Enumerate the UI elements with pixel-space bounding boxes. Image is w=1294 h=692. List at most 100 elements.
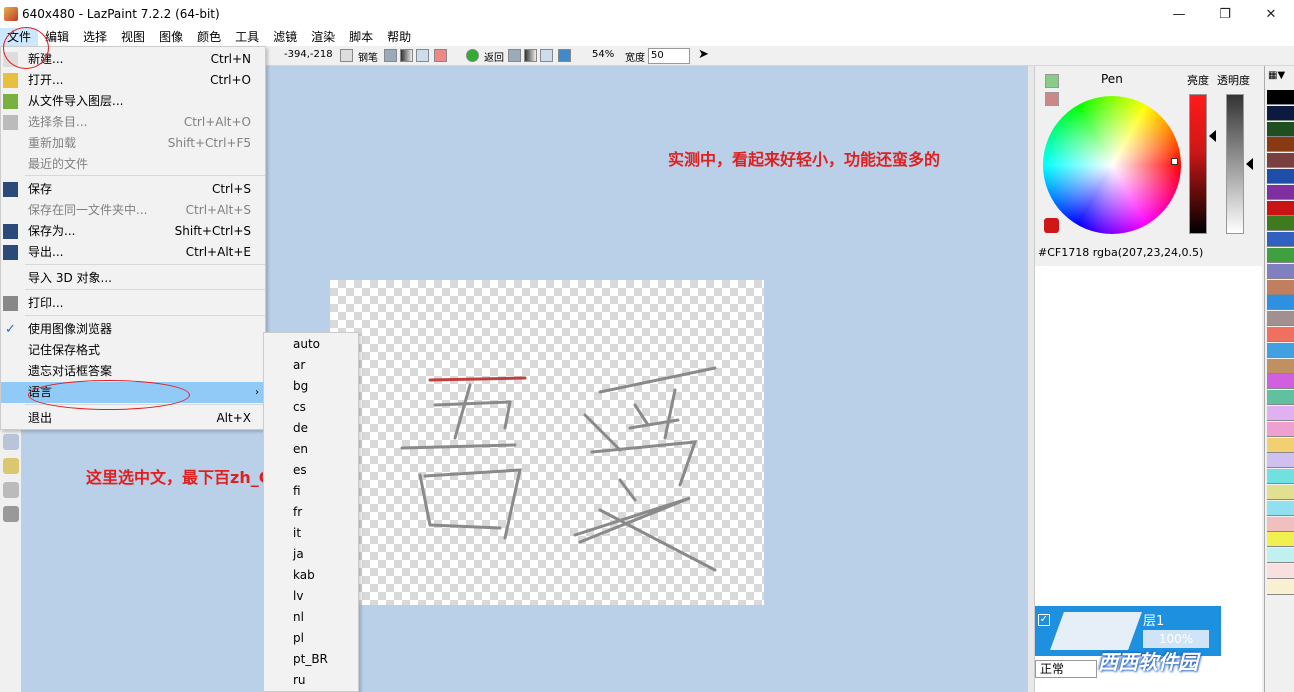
language-option-lv[interactable]: lv: [264, 586, 358, 607]
transparent-mode-2-icon[interactable]: [540, 49, 553, 62]
file-menu-item[interactable]: ✓ 使用图像浏览器: [1, 319, 265, 340]
pen-width-input[interactable]: 50: [648, 48, 690, 64]
palette-swatch[interactable]: [1267, 406, 1294, 421]
file-menu-item[interactable]: 从文件导入图层...: [1, 91, 265, 112]
refresh-icon[interactable]: [466, 49, 479, 62]
palette-swatch[interactable]: [1267, 342, 1294, 358]
palette-swatch[interactable]: [1267, 216, 1294, 232]
palette-swatch[interactable]: [1267, 548, 1294, 564]
palette-swatch[interactable]: [1267, 579, 1294, 595]
alpha-slider[interactable]: [1226, 94, 1244, 234]
palette-swatch[interactable]: [1267, 327, 1294, 342]
file-menu-item[interactable]: 打开... Ctrl+O: [1, 70, 265, 91]
close-button[interactable]: ✕: [1248, 0, 1294, 28]
palette-swatch[interactable]: [1267, 453, 1294, 469]
layer-visible-checkbox[interactable]: ✓: [1038, 614, 1050, 626]
eraser-tool-icon[interactable]: [3, 506, 19, 522]
file-menu-item[interactable]: 重新加载 Shift+Ctrl+F5: [1, 133, 265, 154]
language-option-cs[interactable]: cs: [264, 397, 358, 418]
file-menu-item[interactable]: 最近的文件: [1, 154, 265, 175]
color-wheel-marker[interactable]: [1171, 158, 1178, 165]
gradient-mode-icon[interactable]: [400, 49, 413, 62]
eyedropper-tool-icon[interactable]: [3, 458, 19, 474]
palette-swatch[interactable]: [1267, 153, 1294, 169]
menu-script[interactable]: 脚本: [342, 28, 380, 46]
palette-swatch[interactable]: [1267, 500, 1294, 516]
palette-swatch[interactable]: [1267, 532, 1294, 548]
language-option-kab[interactable]: kab: [264, 565, 358, 586]
language-option-ja[interactable]: ja: [264, 544, 358, 565]
file-menu-item[interactable]: 导出... Ctrl+Alt+E: [1, 242, 265, 263]
language-option-fi[interactable]: fi: [264, 481, 358, 502]
language-option-nl[interactable]: nl: [264, 607, 358, 628]
menu-image[interactable]: 图像: [152, 28, 190, 46]
menu-filters[interactable]: 滤镜: [266, 28, 304, 46]
palette-swatch[interactable]: [1267, 437, 1294, 453]
palette-swatch[interactable]: [1267, 374, 1294, 390]
gradient-mode-2-icon[interactable]: [524, 49, 537, 62]
swap-colors-icon[interactable]: [1045, 74, 1059, 88]
menu-tools[interactable]: 工具: [228, 28, 266, 46]
palette-swatch[interactable]: [1267, 311, 1294, 327]
palette-swatch[interactable]: [1267, 200, 1294, 216]
file-menu-item[interactable]: 保存为... Shift+Ctrl+S: [1, 221, 265, 242]
palette-swatch[interactable]: [1267, 564, 1294, 579]
language-option-en[interactable]: en: [264, 439, 358, 460]
file-menu-item[interactable]: 选择条目... Ctrl+Alt+O: [1, 112, 265, 133]
language-option-auto[interactable]: auto: [264, 334, 358, 355]
brightness-slider[interactable]: [1189, 94, 1207, 234]
file-menu-item[interactable]: 打印...: [1, 293, 265, 314]
pen-tool-icon[interactable]: [340, 49, 353, 62]
palette-swatch[interactable]: [1267, 485, 1294, 500]
menu-help[interactable]: 帮助: [380, 28, 418, 46]
menu-view[interactable]: 视图: [114, 28, 152, 46]
palette-swatch[interactable]: [1267, 516, 1294, 532]
transparent-mode-icon[interactable]: [416, 49, 429, 62]
palette-swatch[interactable]: [1267, 90, 1294, 105]
palette-swatch[interactable]: [1267, 279, 1294, 295]
palette-swatch[interactable]: [1267, 263, 1294, 279]
palette-swatch[interactable]: [1267, 232, 1294, 248]
blend-mode-select[interactable]: 正常: [1035, 660, 1097, 678]
language-option-ru[interactable]: ru: [264, 670, 358, 691]
palette-swatch[interactable]: [1267, 295, 1294, 311]
palette-swatch[interactable]: [1267, 105, 1294, 121]
brightness-slider-handle[interactable]: [1209, 130, 1216, 142]
language-option-pt_BR[interactable]: pt_BR: [264, 649, 358, 670]
palette-swatch[interactable]: [1267, 121, 1294, 137]
language-option-ar[interactable]: ar: [264, 355, 358, 376]
palette-swatch[interactable]: [1267, 248, 1294, 263]
language-option-es[interactable]: es: [264, 460, 358, 481]
language-option-bg[interactable]: bg: [264, 376, 358, 397]
menu-render[interactable]: 渲染: [304, 28, 342, 46]
palette-swatch[interactable]: [1267, 137, 1294, 153]
palette-menu-icon[interactable]: ▦▼: [1268, 70, 1292, 86]
palette-swatch[interactable]: [1267, 421, 1294, 437]
minimize-button[interactable]: —: [1156, 0, 1202, 28]
reset-colors-icon[interactable]: [1045, 92, 1059, 106]
current-color-swatch[interactable]: [1044, 218, 1059, 233]
menu-color[interactable]: 颜色: [190, 28, 228, 46]
brush-tool-icon[interactable]: [3, 434, 19, 450]
language-option-pl[interactable]: pl: [264, 628, 358, 649]
restore-button[interactable]: ❐: [1202, 0, 1248, 28]
file-menu-item[interactable]: 保存 Ctrl+S: [1, 179, 265, 200]
alpha-slider-handle[interactable]: [1246, 158, 1253, 170]
file-menu-item[interactable]: 遗忘对话框答案: [1, 361, 265, 382]
language-option-de[interactable]: de: [264, 418, 358, 439]
menu-select[interactable]: 选择: [76, 28, 114, 46]
language-option-fr[interactable]: fr: [264, 502, 358, 523]
fill-mode-2-icon[interactable]: [508, 49, 521, 62]
file-menu-item[interactable]: 记住保存格式: [1, 340, 265, 361]
palette-swatch[interactable]: [1267, 390, 1294, 406]
palette-swatch[interactable]: [1267, 169, 1294, 184]
language-option-it[interactable]: it: [264, 523, 358, 544]
drawing-canvas[interactable]: [330, 280, 764, 605]
file-menu-item[interactable]: 导入 3D 对象...: [1, 268, 265, 289]
texture-mode-icon[interactable]: [434, 49, 447, 62]
palette-swatch[interactable]: [1267, 184, 1294, 200]
palette-swatch[interactable]: [1267, 358, 1294, 374]
hand-tool-icon[interactable]: [3, 482, 19, 498]
texture-mode-2-icon[interactable]: [558, 49, 571, 62]
fill-mode-icon[interactable]: [384, 49, 397, 62]
